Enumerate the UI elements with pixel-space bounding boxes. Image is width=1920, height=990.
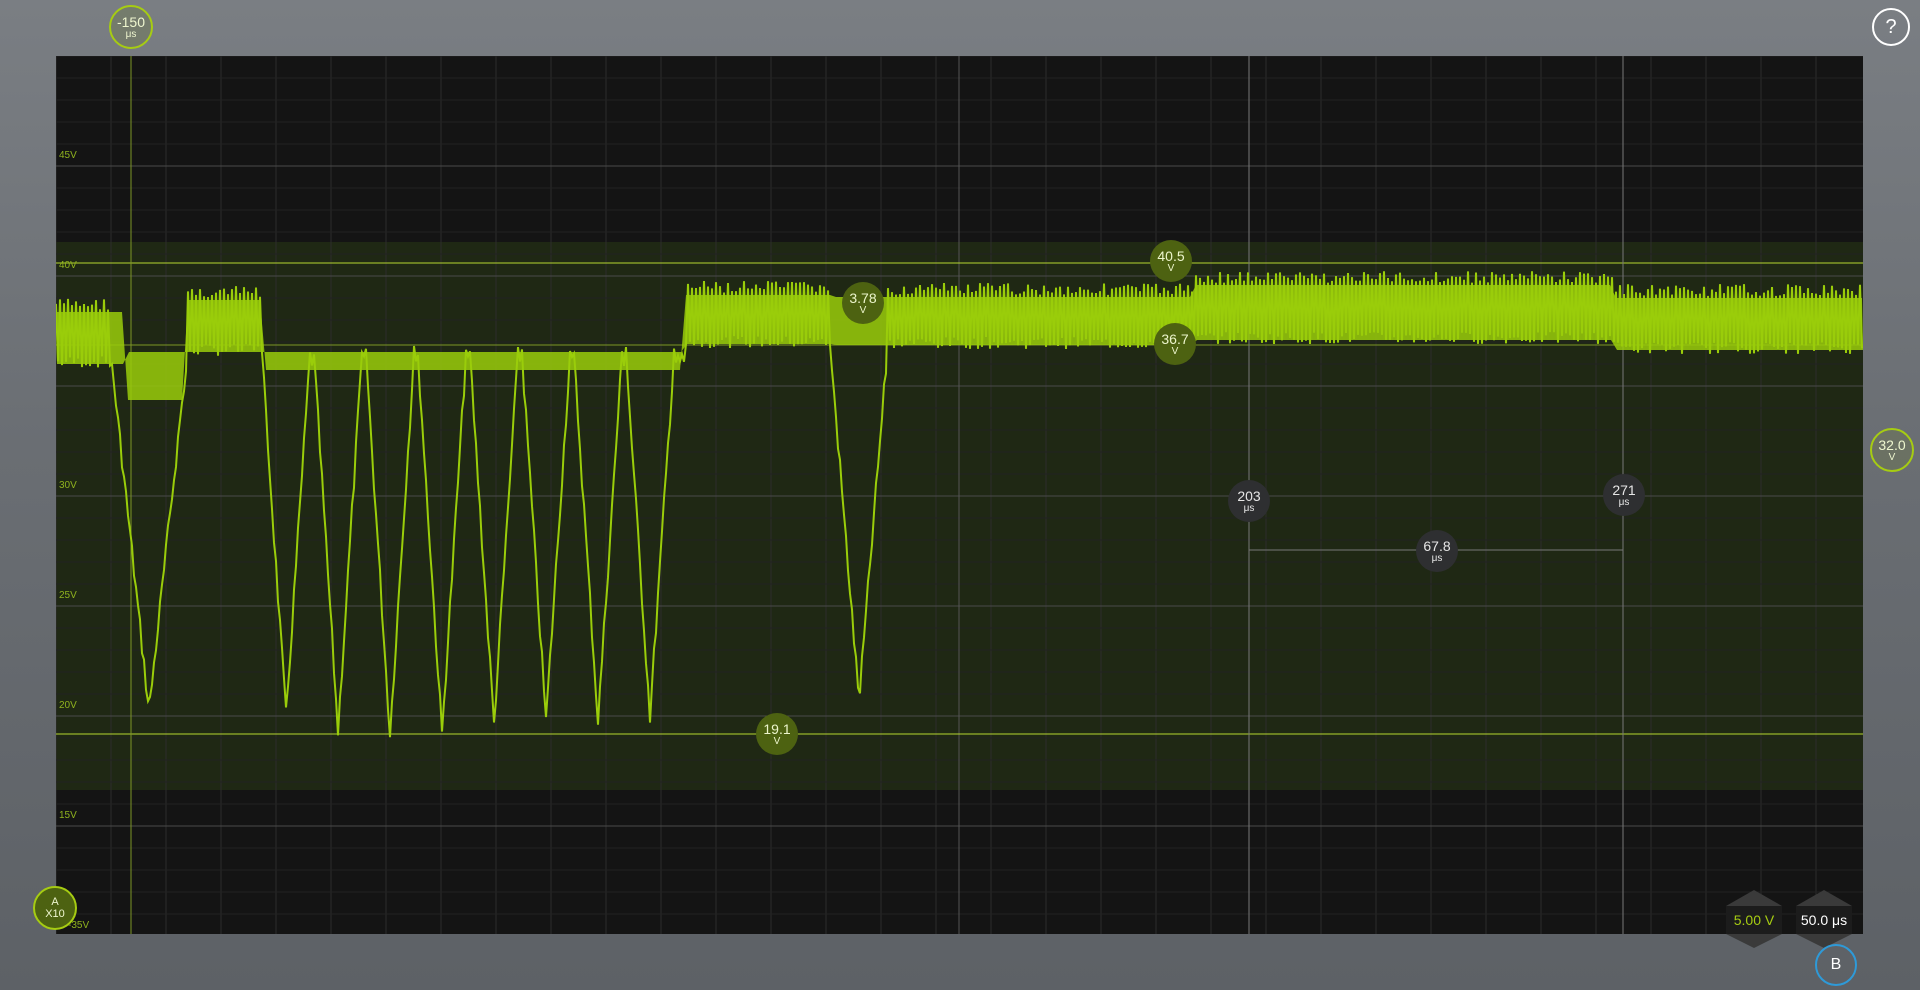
trigger-level-marker[interactable]: 32.0 V — [1870, 428, 1914, 472]
cursor-level-high-value: 40.5 — [1157, 247, 1185, 264]
volts-scale-up-icon[interactable] — [1726, 890, 1782, 906]
help-button[interactable]: ? — [1872, 8, 1910, 46]
trigger-level-value: 32.0 — [1878, 436, 1906, 453]
cursor-level-mid-unit: V — [1171, 345, 1179, 357]
volts-per-div-display[interactable]: 5.00 V — [1726, 906, 1782, 934]
cursor-level-high-unit: V — [1167, 262, 1175, 274]
cursor-level-high[interactable]: 40.5 V — [1150, 240, 1192, 282]
y-tick-label-20v: 20V — [59, 700, 77, 711]
trigger-level-unit: V — [1888, 451, 1896, 463]
cursor-time-a-value: 203 — [1237, 487, 1261, 504]
cursor-level-mid-value: 36.7 — [1161, 330, 1189, 347]
trigger-time-marker[interactable]: -150 μs — [109, 5, 153, 49]
trigger-time-value: -150 — [116, 13, 146, 30]
cursor-time-delta-unit: μs — [1431, 552, 1443, 564]
cursor-level-delta-unit: V — [859, 304, 867, 316]
cursor-level-delta: 3.78 V — [842, 282, 884, 324]
channel-a-badge[interactable]: A X10 — [33, 886, 77, 930]
y-tick-label-30v: 30V — [59, 480, 77, 491]
cursor-time-b-unit: μs — [1618, 496, 1630, 508]
y-tick-label-25v: 25V — [59, 590, 77, 601]
y-tick-label-40v: 40V — [59, 260, 77, 271]
time-scale-up-icon[interactable] — [1796, 890, 1852, 906]
cursor-level-delta-value: 3.78 — [849, 289, 877, 306]
trigger-time-unit: μs — [125, 28, 137, 40]
cursor-time-a[interactable]: 203 μs — [1228, 480, 1270, 522]
cursor-time-b-value: 271 — [1612, 481, 1636, 498]
cursor-level-low-value: 19.1 — [763, 720, 791, 737]
channel-a-probe: X10 — [45, 908, 65, 920]
cursor-time-a-unit: μs — [1243, 502, 1255, 514]
y-tick-label-15v: 15V — [59, 810, 77, 821]
scope-plot-area[interactable]: 45V 40V 30V 25V 20V 15V -35V — [56, 56, 1863, 934]
channel-b-button[interactable]: B — [1815, 944, 1857, 986]
cursor-time-delta: 67.8 μs — [1416, 530, 1458, 572]
channel-a-name: A — [51, 896, 59, 908]
cursor-time-delta-value: 67.8 — [1423, 537, 1451, 554]
time-per-div-display[interactable]: 50.0 μs — [1796, 906, 1852, 934]
volts-scale-down-icon[interactable] — [1726, 934, 1782, 948]
waveform-canvas — [56, 56, 1863, 934]
cursor-level-low-unit: V — [773, 735, 781, 747]
cursor-time-b[interactable]: 271 μs — [1603, 474, 1645, 516]
cursor-level-mid[interactable]: 36.7 V — [1154, 323, 1196, 365]
cursor-level-low[interactable]: 19.1 V — [756, 713, 798, 755]
y-tick-label-45v: 45V — [59, 150, 77, 161]
